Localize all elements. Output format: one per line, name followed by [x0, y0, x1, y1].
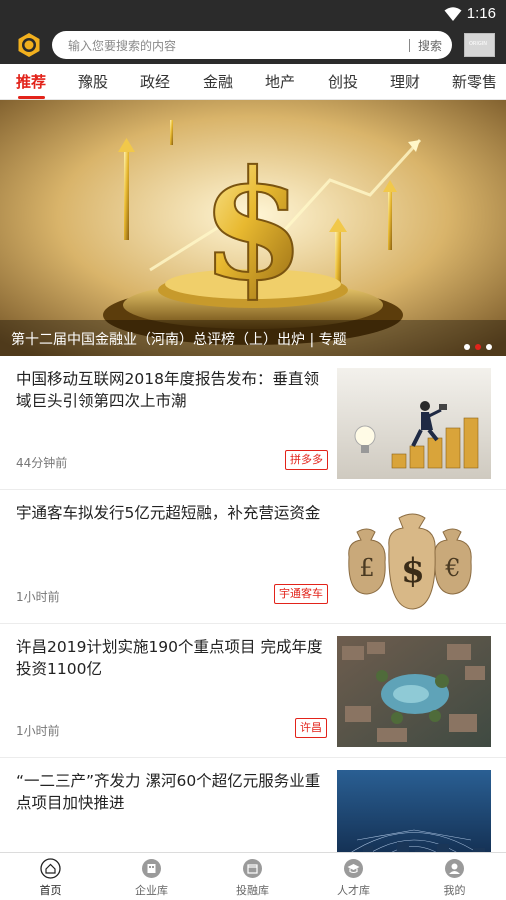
bottom-navigation: 首页 企业库 投融库 人才库 我的	[0, 852, 506, 900]
app-logo-icon[interactable]	[16, 32, 42, 58]
nav-talent-label: 人才库	[337, 884, 370, 897]
status-time: 1:16	[466, 5, 496, 22]
carousel-dot[interactable]	[464, 344, 470, 350]
news-tag[interactable]: 宇通客车	[274, 584, 328, 604]
tab-real-estate[interactable]: 地产	[265, 71, 295, 92]
news-thumbnail	[337, 368, 491, 479]
category-tabs: 推荐 豫股 政经 金融 地产 创投 理财 新零售	[0, 64, 506, 100]
nav-company-label: 企业库	[135, 884, 168, 897]
news-time: 1小时前	[16, 590, 60, 604]
nav-profile-label: 我的	[443, 884, 466, 897]
carousel-dots	[459, 335, 492, 354]
nav-home-label: 首页	[39, 884, 62, 897]
tab-finance[interactable]: 金融	[203, 71, 233, 92]
tab-politics-economy[interactable]: 政经	[140, 71, 170, 92]
news-tag[interactable]: 拼多多	[285, 450, 328, 470]
tab-venture[interactable]: 创投	[328, 71, 358, 92]
svg-text:£: £	[359, 554, 374, 582]
profile-icon	[445, 859, 464, 878]
nav-profile[interactable]: 我的	[404, 853, 505, 900]
news-title: 许昌2019计划实施190个重点项目 完成年度投资1100亿	[16, 638, 323, 678]
news-title: 中国移动互联网2018年度报告发布：垂直领域巨头引领第四次上市潮	[16, 370, 319, 410]
tab-wealth[interactable]: 理财	[390, 71, 420, 92]
news-title: “一二三产”齐发力 漯河60个超亿元服务业重点项目加快推进	[16, 772, 321, 812]
talent-icon	[344, 859, 363, 878]
news-thumbnail: £ $ €	[337, 502, 491, 613]
search-placeholder: 输入您要搜索的内容	[68, 39, 177, 53]
banner-carousel[interactable]: $ 第十二届中国金融业（河南）总评榜（上）出炉 | 专题	[0, 100, 506, 356]
tab-henan-stocks[interactable]: 豫股	[78, 71, 108, 92]
tab-recommend[interactable]: 推荐	[16, 71, 46, 92]
active-tab-indicator	[18, 96, 45, 99]
search-header: 输入您要搜索的内容 搜索 ORIGIN	[0, 28, 506, 64]
status-bar: 1:16	[0, 0, 506, 28]
news-title: 宇通客车拟发行5亿元超短融，补充营运资金	[16, 504, 321, 522]
news-tag[interactable]: 许昌	[295, 718, 327, 738]
nav-talent[interactable]: 人才库	[303, 853, 404, 900]
banner-caption-bar: 第十二届中国金融业（河南）总评榜（上）出炉 | 专题	[0, 320, 506, 356]
svg-text:€: €	[444, 554, 460, 582]
nav-finance-label: 投融库	[236, 884, 269, 897]
svg-text:$: $	[201, 138, 305, 314]
nav-home[interactable]: 首页	[0, 853, 101, 900]
nav-finance[interactable]: 投融库	[202, 853, 303, 900]
finance-icon	[243, 859, 262, 878]
nav-company[interactable]: 企业库	[101, 853, 202, 900]
news-time: 44分钟前	[16, 456, 68, 470]
news-item[interactable]: 许昌2019计划实施190个重点项目 完成年度投资1100亿 1小时前 许昌	[0, 624, 506, 758]
home-icon	[40, 858, 61, 879]
news-time: 1小时前	[16, 724, 60, 738]
carousel-dot-active[interactable]	[475, 344, 481, 350]
banner-image: $	[0, 100, 506, 356]
news-item[interactable]: 宇通客车拟发行5亿元超短融，补充营运资金 1小时前 宇通客车 £ $ €	[0, 490, 506, 624]
wifi-icon	[444, 7, 462, 21]
company-icon	[142, 859, 161, 878]
tab-new-retail[interactable]: 新零售	[452, 71, 497, 92]
search-input[interactable]: 输入您要搜索的内容 搜索	[52, 31, 452, 59]
user-thumbnail-button[interactable]: ORIGIN	[464, 33, 495, 57]
svg-text:$: $	[401, 551, 425, 591]
carousel-dot[interactable]	[486, 344, 492, 350]
banner-caption: 第十二届中国金融业（河南）总评榜（上）出炉 | 专题	[11, 332, 347, 348]
search-divider	[409, 39, 410, 52]
search-button[interactable]: 搜索	[418, 37, 442, 54]
news-thumbnail	[337, 636, 491, 747]
news-item[interactable]: 中国移动互联网2018年度报告发布：垂直领域巨头引领第四次上市潮 44分钟前 拼…	[0, 356, 506, 490]
